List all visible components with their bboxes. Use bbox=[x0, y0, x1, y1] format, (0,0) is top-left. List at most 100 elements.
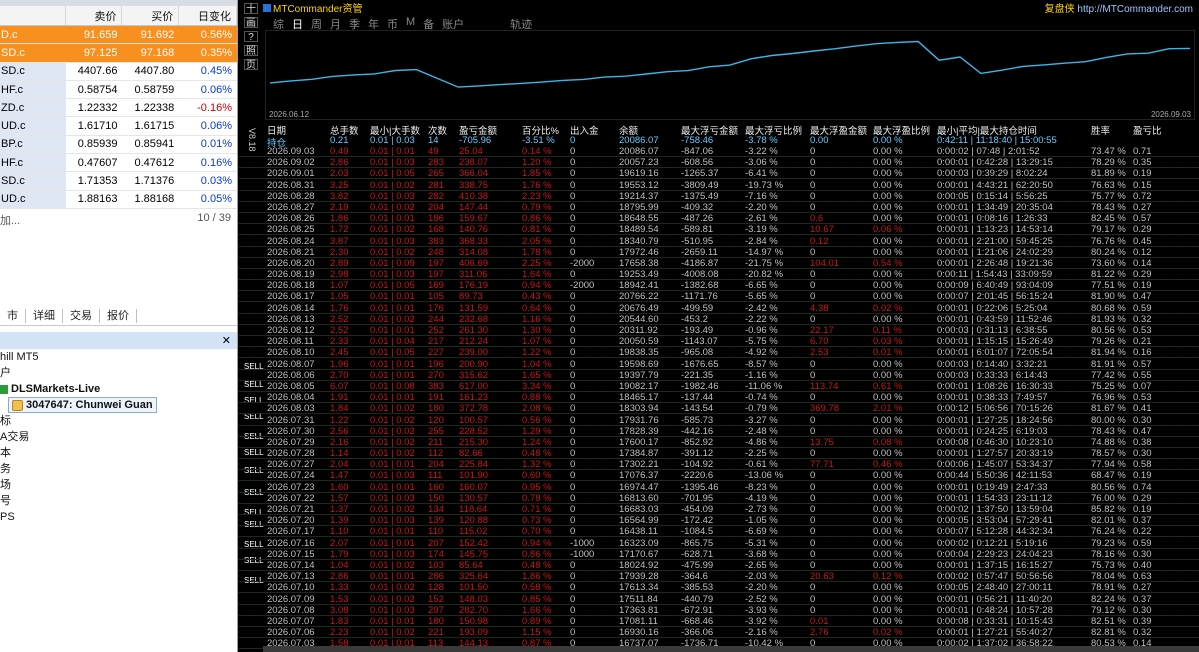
table-row[interactable]: 2026.08.19 2.98 0.01 | 0.03 197 311.06 1.64 %… bbox=[239, 269, 1199, 281]
table-row[interactable]: 2026.07.24 1.47 0.01 | 0.03 111 101.90 0.60 %… bbox=[239, 470, 1199, 482]
navigator-item[interactable]: 本 bbox=[0, 445, 237, 461]
copyright-link[interactable]: 复盘侠 http://MTCommander.com bbox=[1045, 0, 1193, 15]
table-row[interactable]: 2026.09.01 2.03 0.01 | 0.05 265 366.04 1.85 %… bbox=[239, 168, 1199, 180]
table-row[interactable]: 2026.07.14 1.04 0.01 | 0.02 103 85.64 0.48 % 0… bbox=[239, 559, 1199, 571]
table-row[interactable]: 2026.07.29 2.16 0.01 | 0.02 211 215.30 1.24 %… bbox=[239, 437, 1199, 448]
cell-hold-time: 0:00:05 | 3:53:04 | 57:29:41 bbox=[937, 515, 1053, 527]
table-row[interactable]: 2026.08.18 1.07 0.01 | 0.05 169 176.19 0.94 %… bbox=[239, 280, 1199, 292]
table-row[interactable]: 2026.07.30 2.56 0.01 | 0.02 255 228.52 1.29 %… bbox=[239, 426, 1199, 437]
selected-account[interactable]: 3047647: Chunwei Guan bbox=[8, 397, 157, 413]
side-tool-button[interactable]: 页 bbox=[244, 59, 258, 71]
table-row[interactable]: 2026.09.02 2.86 0.01 | 0.03 283 238.07 1.20 %… bbox=[239, 157, 1199, 169]
market-watch-row[interactable]: SD.c 1.71353 1.71376 0.03% bbox=[0, 172, 237, 191]
cell-balance: 17972.46 bbox=[619, 246, 659, 258]
cell-win-rate: 75.25 % bbox=[1091, 380, 1126, 392]
cell-max-float-profit: 0 bbox=[810, 582, 816, 594]
navigator-item[interactable]: A交易 bbox=[0, 429, 237, 445]
navigator-item[interactable]: hill MT5 bbox=[0, 349, 237, 365]
market-watch-row[interactable]: D.c 91.659 91.692 0.56% bbox=[0, 26, 237, 45]
symbol-column-header[interactable] bbox=[0, 6, 66, 25]
market-watch-row[interactable]: ZD.c 1.22332 1.22338 -0.16% bbox=[0, 99, 237, 118]
bid-column-header[interactable]: 卖价 bbox=[66, 6, 123, 25]
change-column-header[interactable]: 日变化 bbox=[179, 6, 237, 25]
cell-pl-ratio: 0.30 bbox=[1133, 604, 1152, 616]
table-row[interactable]: 2026.08.11 2.33 0.01 | 0.04 217 212.24 1.07 %… bbox=[239, 336, 1199, 348]
table-row[interactable]: 2026.07.07 1.83 0.01 | 0.01 180 150.98 0.89 %… bbox=[239, 616, 1199, 627]
navigator-item[interactable]: 标 bbox=[0, 413, 237, 429]
market-watch-row[interactable]: SD.c 4407.66 4407.80 0.45% bbox=[0, 62, 237, 81]
navigator-item[interactable]: 号 bbox=[0, 493, 237, 509]
table-row[interactable]: 2026.08.27 2.19 0.01 | 0.02 204 147.44 0.79 %… bbox=[239, 202, 1199, 213]
navigator-item[interactable]: 场 bbox=[0, 477, 237, 493]
ask-column-header[interactable]: 买价 bbox=[122, 6, 180, 25]
cell-max-float-loss: -585.73 bbox=[681, 414, 714, 426]
market-watch-row[interactable]: HF.c 0.58754 0.58759 0.06% bbox=[0, 80, 237, 100]
navigator-item[interactable]: PS bbox=[0, 509, 237, 525]
table-row[interactable]: 2026.09.03 0.49 0.01 | 0.01 49 25.04 0.14 % 0 2… bbox=[239, 146, 1199, 157]
navigator-item[interactable]: 务 bbox=[0, 461, 237, 477]
side-tool-button[interactable]: 十 bbox=[244, 3, 258, 15]
cell-total-lots: 1.04 bbox=[330, 559, 349, 571]
table-row[interactable]: 2026.08.21 2.30 0.01 | 0.02 248 314.08 1.78 %… bbox=[239, 246, 1199, 258]
table-row[interactable]: 2026.08.12 2.52 0.01 | 0.01 252 261.30 1.30 %… bbox=[239, 325, 1199, 336]
table-row[interactable]: 2026.08.03 1.84 0.01 | 0.02 180 372.78 2.08 %… bbox=[239, 403, 1199, 415]
cell-hold-time: 0:00:01 | 0:42:28 | 13:29:15 bbox=[937, 157, 1053, 169]
tab-market[interactable]: 市 bbox=[0, 309, 26, 323]
table-row[interactable]: 2026.08.24 3.87 0.01 | 0.03 383 368.33 2.05 %… bbox=[239, 236, 1199, 247]
table-row[interactable]: 2026.07.15 1.79 0.01 | 0.03 174 145.75 0.86 %… bbox=[239, 549, 1199, 560]
table-row[interactable]: 2026.08.06 2.70 0.01 | 0.01 270 315.62 1.65 %… bbox=[239, 370, 1199, 381]
market-watch-row[interactable]: BP.c 0.85939 0.85941 0.01% bbox=[0, 135, 237, 155]
side-tool-button[interactable]: ? bbox=[244, 31, 258, 43]
table-row[interactable]: 2026.07.22 1.57 0.01 | 0.03 150 130.57 0.78 %… bbox=[239, 493, 1199, 504]
copyright-url[interactable]: http://MTCommander.com bbox=[1077, 4, 1193, 15]
navigator-item[interactable]: 3047647: Chunwei Guan bbox=[0, 397, 237, 413]
table-row[interactable]: 2026.08.05 6.07 0.01 | 0.08 383 617.00 3.34 %… bbox=[239, 380, 1199, 392]
cell-win-rate: 81.89 % bbox=[1091, 168, 1126, 180]
table-row[interactable]: 2026.07.09 1.53 0.01 | 0.02 152 148.03 0.85 %… bbox=[239, 594, 1199, 605]
market-watch-row[interactable]: SD.c 97.125 97.168 0.35% bbox=[0, 44, 237, 63]
tab-details[interactable]: 详细 bbox=[26, 309, 63, 323]
cell-win-rate: 79.17 % bbox=[1091, 224, 1126, 236]
cell-deposit: 0 bbox=[570, 246, 576, 258]
cell-balance: 16438.11 bbox=[619, 526, 658, 538]
table-row[interactable]: 2026.07.28 1.14 0.01 | 0.02 112 82.66 0.48 % 0… bbox=[239, 448, 1199, 460]
cell-count: 128 bbox=[428, 582, 444, 594]
market-watch-row[interactable]: HF.c 0.47607 0.47612 0.16% bbox=[0, 154, 237, 173]
table-row[interactable]: 2026.07.27 2.04 0.01 | 0.01 204 225.84 1.32 %… bbox=[239, 459, 1199, 471]
table-row[interactable]: 2026.08.04 1.91 0.01 | 0.01 191 161.23 0.88 %… bbox=[239, 392, 1199, 404]
table-row[interactable]: 2026.08.25 1.72 0.01 | 0.02 168 140.76 0.81 %… bbox=[239, 224, 1199, 236]
table-row[interactable]: 2026.07.16 2.07 0.01 | 0.01 207 152.42 0.94 %… bbox=[239, 538, 1199, 549]
add-symbol-link[interactable]: 加... bbox=[0, 212, 20, 228]
table-row[interactable]: 2026.07.31 1.22 0.01 | 0.02 120 100.57 0.56 %… bbox=[239, 414, 1199, 426]
table-row[interactable]: 2026.08.10 2.45 0.01 | 0.05 227 239.00 1.22 %… bbox=[239, 347, 1199, 359]
table-row[interactable]: 2026.07.21 1.37 0.01 | 0.02 134 118.64 0.71 %… bbox=[239, 504, 1199, 515]
side-tool-button[interactable]: 照 bbox=[244, 45, 258, 57]
navigator-item[interactable]: 户 bbox=[0, 365, 237, 381]
cell-pnl: 89.73 bbox=[459, 291, 483, 303]
table-row[interactable]: 2026.07.08 3.08 0.01 | 0.03 297 282.70 1.66 %… bbox=[239, 604, 1199, 616]
table-row[interactable]: 2026.08.17 1.05 0.01 | 0.01 105 89.73 0.43 % 0… bbox=[239, 291, 1199, 303]
market-watch-row[interactable]: UD.c 1.88163 1.88168 0.05% bbox=[0, 190, 237, 209]
table-row[interactable]: 2026.08.26 1.86 0.01 | 0.01 186 159.67 0.86 %… bbox=[239, 213, 1199, 225]
table-row[interactable]: 2026.07.20 1.39 0.01 | 0.03 139 120.88 0.73 %… bbox=[239, 515, 1199, 527]
tab-quotes[interactable]: 报价 bbox=[100, 309, 137, 323]
table-row[interactable]: 2026.08.13 2.52 0.01 | 0.02 244 232.68 1.16 %… bbox=[239, 314, 1199, 325]
table-row[interactable]: 2026.08.20 2.89 0.01 | 0.09 197 406.69 2.25 %… bbox=[239, 258, 1199, 269]
table-row[interactable]: 2026.07.23 1.60 0.01 | 0.01 160 160.07 0.95 %… bbox=[239, 482, 1199, 493]
table-row[interactable]: 2026.07.10 1.33 0.01 | 0.02 128 101.50 0.58 %… bbox=[239, 582, 1199, 594]
cell-min-max-lots: 0.01 | 0.02 bbox=[370, 448, 415, 460]
table-row[interactable]: 2026.08.14 1.76 0.01 | 0.01 176 131.59 0.64 %… bbox=[239, 303, 1199, 314]
table-row[interactable]: 2026.08.28 3.82 0.01 | 0.03 282 410.38 2.23 %… bbox=[239, 191, 1199, 202]
tab-trading[interactable]: 交易 bbox=[63, 309, 100, 323]
market-watch-row[interactable]: UD.c 1.61710 1.61715 0.06% bbox=[0, 117, 237, 136]
table-row[interactable]: 2026.08.31 3.25 0.01 | 0.02 281 338.75 1.76 %… bbox=[239, 180, 1199, 191]
table-row[interactable]: 2026.07.17 1.10 0.01 | 0.01 110 115.02 0.70 %… bbox=[239, 526, 1199, 538]
horizontal-scrollbar[interactable] bbox=[263, 646, 1199, 652]
close-icon[interactable]: ✕ bbox=[222, 334, 231, 347]
table-row[interactable]: 2026.07.13 2.86 0.01 | 0.01 286 325.64 1.86 %… bbox=[239, 571, 1199, 583]
cell-deposit: 0 bbox=[570, 559, 576, 571]
table-row[interactable]: 2026.07.06 2.23 0.01 | 0.02 221 193.09 1.15 %… bbox=[239, 627, 1199, 639]
side-tool-button[interactable]: 画 bbox=[244, 17, 258, 29]
navigator-item[interactable]: DLSMarkets-Live bbox=[0, 381, 237, 397]
table-row[interactable]: 2026.08.07 1.96 0.01 | 0.01 196 200.90 1.04 %… bbox=[239, 359, 1199, 370]
